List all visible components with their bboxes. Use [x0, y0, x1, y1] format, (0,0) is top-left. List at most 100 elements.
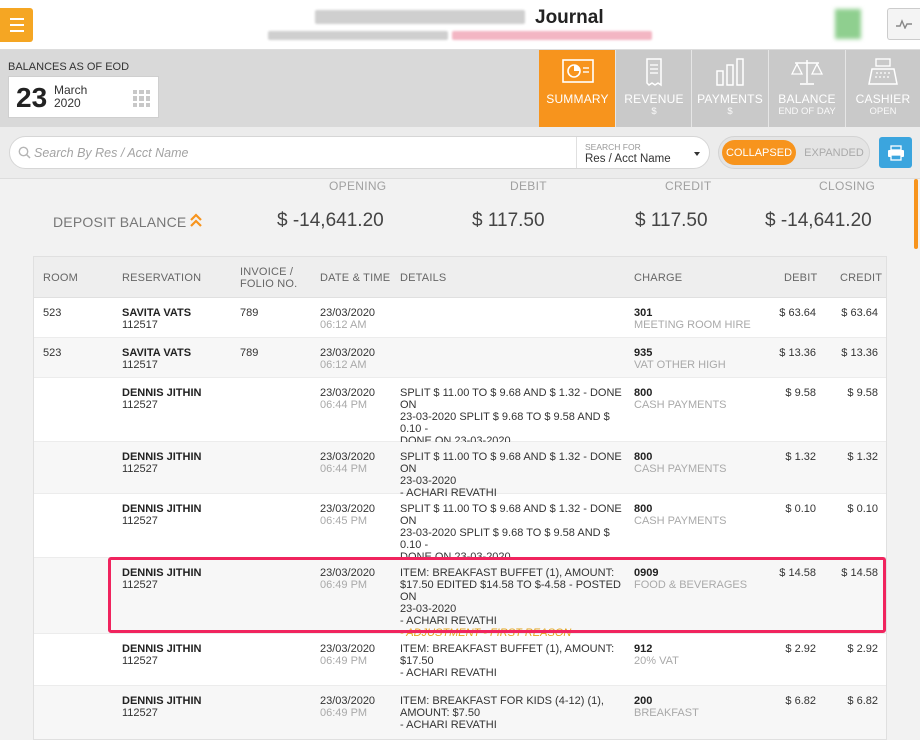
cell-charge: 800 CASH PAYMENTS — [634, 451, 727, 475]
cell-room: 523 — [43, 347, 62, 359]
tab-cashier[interactable]: CASHIER OPEN — [845, 50, 920, 127]
print-button[interactable] — [879, 137, 912, 168]
cell-datetime: 23/03/2020 06:49 PM — [320, 695, 375, 719]
detail-line: ITEM: BREAKFAST BUFFET (1), AMOUNT: — [400, 567, 615, 579]
col-debit: DEBIT — [784, 272, 818, 284]
row-time: 06:45 PM — [320, 515, 368, 527]
reservation-number: 112527 — [122, 399, 158, 411]
printer-icon — [887, 144, 904, 161]
cell-charge: 200 BREAKFAST — [634, 695, 699, 719]
search-for-select[interactable]: SEARCH FOR Res / Acct Name — [576, 137, 710, 168]
charge-code: 935 — [634, 347, 653, 359]
cell-charge: 0909 FOOD & BEVERAGES — [634, 567, 747, 591]
charge-name: VAT OTHER HIGH — [634, 359, 726, 371]
guest-name: DENNIS JITHIN — [122, 503, 202, 515]
table-row[interactable]: 523 SAVITA VATS 112517 789 23/03/2020 06:… — [34, 338, 886, 378]
closing-header: CLOSING — [819, 179, 876, 193]
tab-payments-label: PAYMENTS — [697, 92, 763, 106]
top-bar: Journal — [0, 0, 920, 50]
detail-line: - ACHARI REVATHI — [400, 615, 497, 627]
row-date: 23/03/2020 — [320, 451, 376, 463]
cell-reservation[interactable]: DENNIS JITHIN 112527 — [122, 503, 201, 527]
detail-line: AMOUNT: $7.50 — [400, 707, 481, 719]
cell-credit: $ 63.64 — [841, 307, 878, 319]
tab-payments[interactable]: PAYMENTS $ — [691, 50, 768, 127]
tab-balance[interactable]: BALANCE END OF DAY — [768, 50, 845, 127]
cell-reservation[interactable]: SAVITA VATS 112517 — [122, 347, 191, 371]
redacted-warning — [452, 31, 652, 40]
row-date: 23/03/2020 — [320, 567, 376, 579]
tab-revenue[interactable]: REVENUE $ — [615, 50, 692, 127]
date-year: 2020 — [54, 96, 81, 110]
table-row[interactable]: DENNIS JITHIN 112527 23/03/2020 06:45 PM… — [34, 494, 886, 575]
cell-credit: $ 14.58 — [841, 567, 878, 579]
hamburger-menu-icon[interactable] — [0, 8, 33, 42]
row-time: 06:44 PM — [320, 463, 368, 475]
cell-debit: $ 9.58 — [785, 387, 816, 399]
activity-pulse-icon[interactable] — [887, 8, 920, 40]
row-time: 06:49 PM — [320, 579, 368, 591]
tab-cashier-sub: OPEN — [869, 106, 897, 117]
cell-charge: 912 20% VAT — [634, 643, 679, 667]
reservation-number: 112527 — [122, 579, 158, 591]
charge-name: CASH PAYMENTS — [634, 463, 727, 475]
tab-revenue-sub: $ — [651, 106, 657, 117]
table-row[interactable]: DENNIS JITHIN 112527 23/03/2020 06:49 PM… — [34, 634, 886, 686]
cell-room: 523 — [43, 307, 62, 319]
tab-summary[interactable]: SUMMARY — [539, 50, 616, 127]
detail-line: 23-03-2020 — [400, 475, 457, 487]
tab-revenue-label: REVENUE — [624, 92, 684, 106]
charge-code: 800 — [634, 387, 653, 399]
chevron-up-double-icon[interactable] — [190, 213, 202, 227]
toggle-collapsed[interactable]: COLLAPSED — [722, 140, 796, 165]
calendar-icon[interactable] — [133, 90, 150, 107]
date-day: 23 — [16, 82, 48, 113]
detail-line: 23-03-2020 SPLIT $ 9.68 TO $ 9.58 AND $ … — [400, 411, 610, 435]
date-picker[interactable]: 23 March 2020 — [8, 76, 159, 118]
avatar[interactable] — [835, 9, 861, 39]
table-row[interactable]: DENNIS JITHIN 112527 23/03/2020 06:44 PM… — [34, 442, 886, 499]
charge-code: 0909 — [634, 567, 659, 579]
table-row[interactable]: DENNIS JITHIN 112527 23/03/2020 06:49 PM… — [34, 558, 886, 639]
table-row[interactable]: DENNIS JITHIN 112527 23/03/2020 06:44 PM… — [34, 378, 886, 459]
cell-reservation[interactable]: DENNIS JITHIN 112527 — [122, 695, 201, 719]
cell-debit: $ 6.82 — [785, 695, 816, 707]
table-row[interactable]: DENNIS JITHIN 112527 23/03/2020 06:49 PM… — [34, 686, 886, 739]
search-for-label: SEARCH FOR — [585, 142, 641, 152]
cell-reservation[interactable]: SAVITA VATS 112517 — [122, 307, 191, 331]
row-date: 23/03/2020 — [320, 387, 376, 399]
credit-value: $ 117.50 — [635, 210, 708, 231]
journal-table: ROOM RESERVATION INVOICE / FOLIO NO. DAT… — [33, 256, 887, 740]
row-date: 23/03/2020 — [320, 503, 376, 515]
detail-line: - ACHARI REVATHI — [400, 719, 497, 731]
cell-debit: $ 2.92 — [785, 643, 816, 655]
col-datetime: DATE & TIME — [320, 272, 391, 284]
guest-name: SAVITA VATS — [122, 347, 192, 359]
detail-line: SPLIT $ 11.00 TO $ 9.68 AND $ 1.32 - DON… — [400, 387, 622, 411]
summary-chart-icon — [561, 59, 594, 83]
cell-datetime: 23/03/2020 06:49 PM — [320, 567, 375, 591]
cell-reservation[interactable]: DENNIS JITHIN 112527 — [122, 451, 201, 475]
guest-name: SAVITA VATS — [122, 307, 192, 319]
search-input[interactable] — [34, 137, 574, 168]
cell-reservation[interactable]: DENNIS JITHIN 112527 — [122, 387, 201, 411]
guest-name: DENNIS JITHIN — [122, 695, 202, 707]
toggle-expanded[interactable]: EXPANDED — [801, 140, 867, 165]
receipt-icon — [646, 58, 662, 87]
guest-name: DENNIS JITHIN — [122, 643, 202, 655]
detail-line: - ACHARI REVATHI — [400, 667, 497, 679]
cell-debit: $ 63.64 — [779, 307, 816, 319]
table-row[interactable]: 523 SAVITA VATS 112517 789 23/03/2020 06:… — [34, 298, 886, 338]
tab-cashier-label: CASHIER — [855, 92, 911, 106]
cell-datetime: 23/03/2020 06:44 PM — [320, 387, 375, 411]
view-toggle[interactable]: COLLAPSED EXPANDED — [718, 136, 870, 169]
scale-icon — [790, 60, 824, 85]
cell-reservation[interactable]: DENNIS JITHIN 112527 — [122, 643, 201, 667]
cell-reservation[interactable]: DENNIS JITHIN 112527 — [122, 567, 201, 591]
cell-invoice: 789 — [240, 307, 259, 319]
scrollbar[interactable] — [914, 179, 918, 249]
cell-credit: $ 13.36 — [841, 347, 878, 359]
charge-name: CASH PAYMENTS — [634, 399, 727, 411]
debit-value: $ 117.50 — [472, 210, 545, 231]
reservation-number: 112527 — [122, 707, 158, 719]
